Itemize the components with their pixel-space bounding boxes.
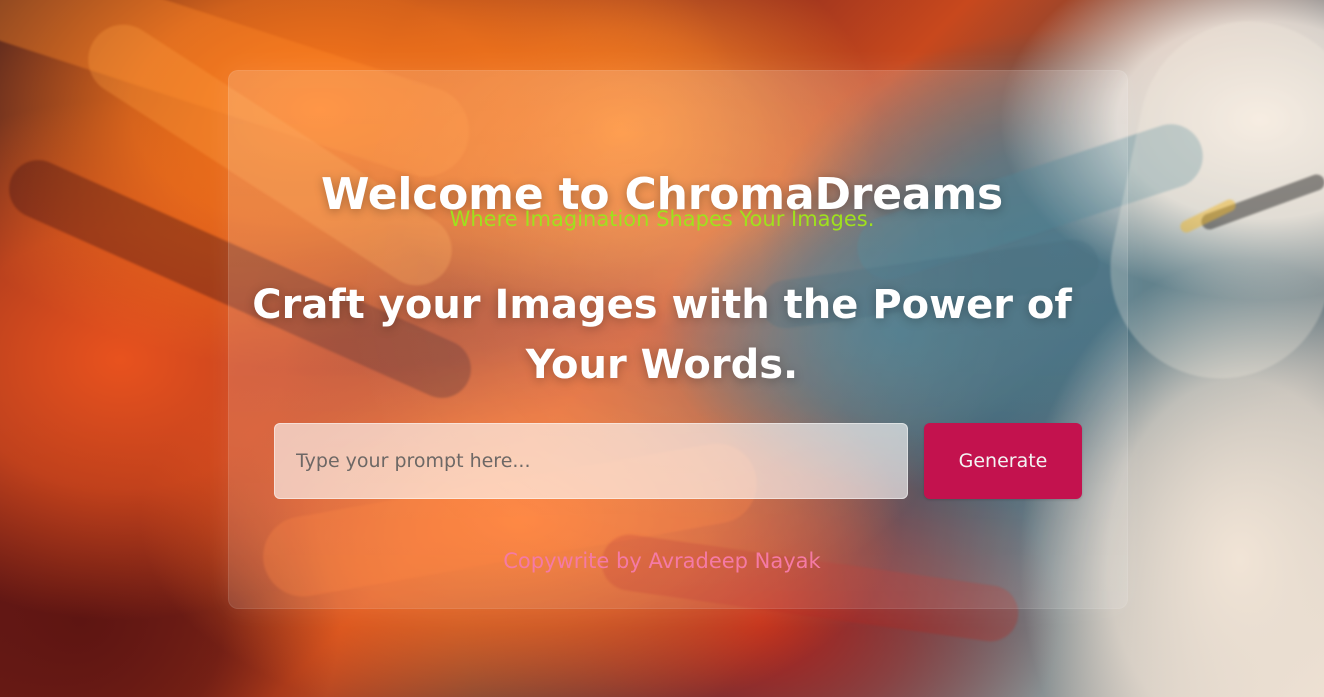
- headline-line-2: Your Words.: [525, 342, 799, 388]
- page-subtitle: Where Imagination Shapes Your Images.: [449, 207, 875, 231]
- headline-line-1: Craft your Images with the Power of: [252, 282, 1072, 328]
- footer-copyright: Copywrite by Avradeep Nayak: [503, 549, 821, 573]
- generate-button[interactable]: Generate: [924, 423, 1082, 499]
- prompt-input[interactable]: [274, 423, 908, 499]
- prompt-field-container: [274, 423, 908, 499]
- headline: Craft your Images with the Power of Your…: [0, 275, 1324, 395]
